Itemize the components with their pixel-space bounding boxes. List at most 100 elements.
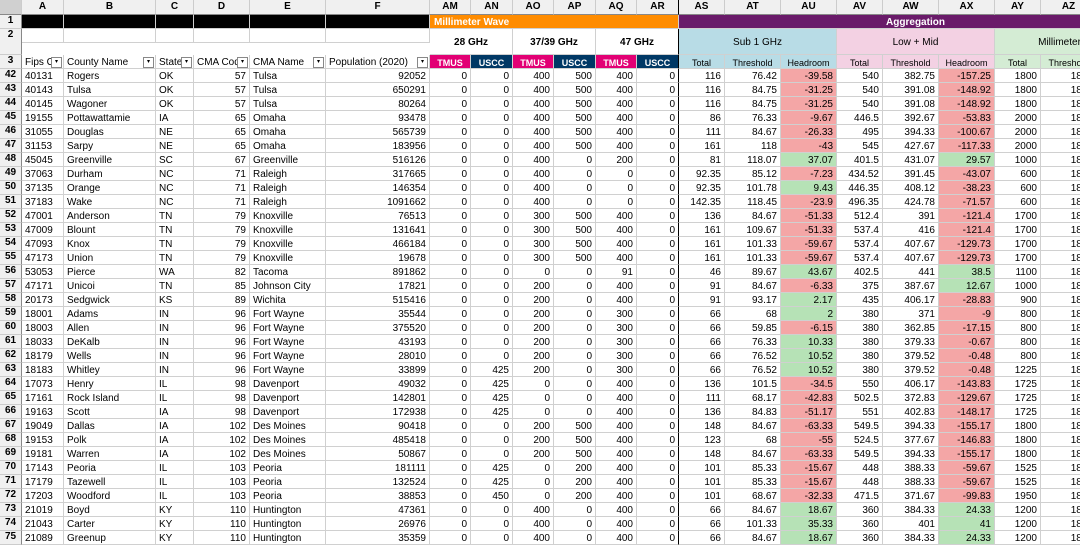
cell-aw[interactable]: 387.67 [883, 279, 939, 293]
cell-cmaname[interactable]: Fort Wayne [250, 307, 326, 321]
cell-ax[interactable]: -129.73 [939, 237, 995, 251]
cell-county[interactable]: Boyd [64, 503, 156, 517]
cell-aw[interactable]: 394.33 [883, 447, 939, 461]
cell-cmaname[interactable]: Davenport [250, 377, 326, 391]
cell-an[interactable]: 425 [471, 363, 513, 377]
cell-ax[interactable]: 29.57 [939, 153, 995, 167]
cell-av[interactable]: 551 [837, 405, 883, 419]
cell-au[interactable]: 18.67 [781, 503, 837, 517]
cell-state[interactable]: IL [156, 377, 194, 391]
cell-az[interactable]: 1850 [1041, 475, 1080, 489]
cell-ar[interactable]: 0 [637, 363, 679, 377]
cell-ay[interactable]: 1225 [995, 363, 1041, 377]
cell-aq[interactable]: 400 [596, 223, 637, 237]
cell-ap[interactable]: 0 [554, 307, 596, 321]
cell-state[interactable]: NC [156, 195, 194, 209]
cell-az[interactable]: 1850 [1041, 335, 1080, 349]
cell-cmacode[interactable]: 85 [194, 279, 250, 293]
cell-aw[interactable]: 401 [883, 517, 939, 531]
row-header-57[interactable]: 57 [0, 279, 22, 293]
row-header-63[interactable]: 63 [0, 363, 22, 377]
cell-am[interactable]: 0 [430, 517, 471, 531]
cell-county[interactable]: Unicoi [64, 279, 156, 293]
cell-am[interactable]: 0 [430, 391, 471, 405]
cell-ar[interactable]: 0 [637, 223, 679, 237]
cell-az[interactable]: 1850 [1041, 279, 1080, 293]
row-header-67[interactable]: 67 [0, 419, 22, 433]
cell-az[interactable]: 1850 [1041, 139, 1080, 153]
cell-as[interactable]: 101 [679, 461, 725, 475]
col-label[interactable]: CMA Name▾ [250, 55, 326, 69]
cell-cmaname[interactable]: Fort Wayne [250, 363, 326, 377]
cell-cmacode[interactable]: 89 [194, 293, 250, 307]
cell-az[interactable]: 1850 [1041, 391, 1080, 405]
row-header-66[interactable]: 66 [0, 405, 22, 419]
cell-population[interactable]: 90418 [326, 419, 430, 433]
cell-state[interactable]: IA [156, 419, 194, 433]
cell-population[interactable]: 33899 [326, 363, 430, 377]
cell-ao[interactable]: 300 [513, 223, 554, 237]
cell-ay[interactable]: 800 [995, 349, 1041, 363]
cell-at[interactable]: 89.67 [725, 265, 781, 279]
cell-an[interactable]: 0 [471, 335, 513, 349]
cell-ax[interactable]: -28.83 [939, 293, 995, 307]
cell-am[interactable]: 0 [430, 265, 471, 279]
cell-ap[interactable]: 0 [554, 153, 596, 167]
cell-av[interactable]: 435 [837, 293, 883, 307]
cell-population[interactable]: 181111 [326, 461, 430, 475]
cell-aq[interactable]: 91 [596, 265, 637, 279]
cell-av[interactable]: 540 [837, 97, 883, 111]
cell-as[interactable]: 161 [679, 139, 725, 153]
cell-fips[interactable]: 17073 [22, 377, 64, 391]
cell-am[interactable]: 0 [430, 83, 471, 97]
cell-am[interactable]: 0 [430, 181, 471, 195]
cell-population[interactable]: 80264 [326, 97, 430, 111]
cell-ap[interactable]: 500 [554, 139, 596, 153]
cell-aq[interactable]: 400 [596, 237, 637, 251]
cell-cmaname[interactable]: Knoxville [250, 237, 326, 251]
cell-az[interactable]: 1850 [1041, 321, 1080, 335]
col-header-AX[interactable]: AX [939, 0, 995, 15]
cell-ao[interactable]: 200 [513, 419, 554, 433]
cell-as[interactable]: 161 [679, 223, 725, 237]
cell-county[interactable]: Wake [64, 195, 156, 209]
cell-aq[interactable]: 200 [596, 153, 637, 167]
cell-ax[interactable]: -121.4 [939, 209, 995, 223]
cell-an[interactable]: 0 [471, 433, 513, 447]
cell-county[interactable]: Rock Island [64, 391, 156, 405]
cell-as[interactable]: 136 [679, 405, 725, 419]
cell-ax[interactable]: -100.67 [939, 125, 995, 139]
cell-az[interactable]: 1850 [1041, 265, 1080, 279]
cell-cmaname[interactable]: Huntington [250, 531, 326, 545]
cell-county[interactable]: Anderson [64, 209, 156, 223]
col-header-AO[interactable]: AO [513, 0, 554, 15]
cell-an[interactable]: 450 [471, 489, 513, 503]
cell-av[interactable]: 402.5 [837, 265, 883, 279]
cell-at[interactable]: 76.33 [725, 335, 781, 349]
cell-state[interactable]: IL [156, 461, 194, 475]
cell-aq[interactable]: 300 [596, 335, 637, 349]
cell-az[interactable]: 1850 [1041, 97, 1080, 111]
cell-ax[interactable]: -71.57 [939, 195, 995, 209]
cell-ar[interactable]: 0 [637, 349, 679, 363]
cell-az[interactable]: 1850 [1041, 167, 1080, 181]
cell-population[interactable]: 50867 [326, 447, 430, 461]
cell-am[interactable]: 0 [430, 223, 471, 237]
cell-fips[interactable]: 18003 [22, 321, 64, 335]
cell-au[interactable]: -15.67 [781, 475, 837, 489]
cell-fips[interactable]: 40145 [22, 97, 64, 111]
cell-av[interactable]: 524.5 [837, 433, 883, 447]
cell-aq[interactable]: 300 [596, 307, 637, 321]
cell-av[interactable]: 360 [837, 517, 883, 531]
cell-am[interactable]: 0 [430, 433, 471, 447]
cell-fips[interactable]: 18001 [22, 307, 64, 321]
cell-ay[interactable]: 1700 [995, 223, 1041, 237]
cell-cmaname[interactable]: Huntington [250, 517, 326, 531]
cell-ax[interactable]: -0.48 [939, 363, 995, 377]
cell-an[interactable]: 0 [471, 69, 513, 83]
cell-ap[interactable]: 500 [554, 111, 596, 125]
cell-at[interactable]: 76.52 [725, 363, 781, 377]
cell-aw[interactable]: 406.17 [883, 377, 939, 391]
cell-ax[interactable]: -0.67 [939, 335, 995, 349]
row-header-64[interactable]: 64 [0, 377, 22, 391]
